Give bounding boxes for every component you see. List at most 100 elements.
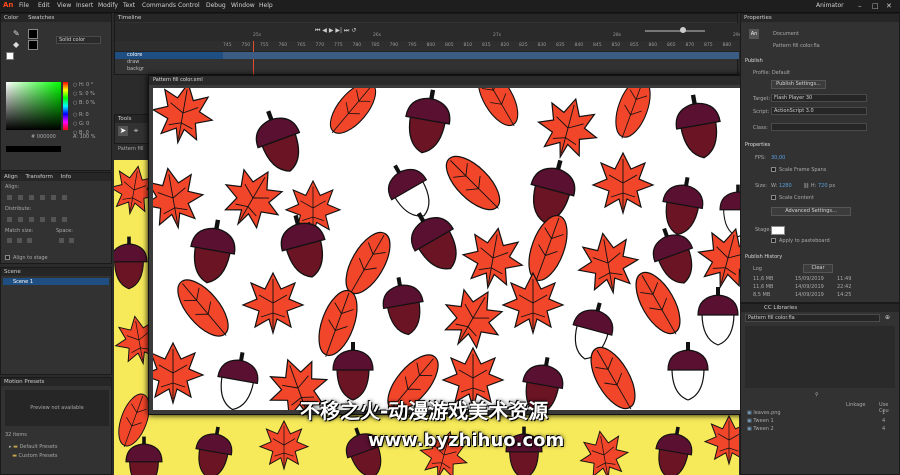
layer-row-colore[interactable]: colore: [115, 52, 223, 59]
menu-modify[interactable]: Modify: [98, 2, 118, 9]
leaf-shape: [591, 151, 655, 216]
menu-commands[interactable]: Commands: [142, 2, 176, 9]
tab-cc-libraries[interactable]: CC Libraries: [764, 305, 797, 311]
space-horizontal-icon[interactable]: [69, 238, 74, 243]
alpha-label: A: 100 %: [73, 134, 96, 140]
workspace-switcher[interactable]: Animator: [816, 2, 844, 9]
distribute-hcenter-icon[interactable]: [51, 217, 56, 222]
zoom-slider[interactable]: [645, 30, 705, 32]
scale-spans-checkbox[interactable]: [771, 167, 776, 172]
stage[interactable]: [153, 88, 749, 410]
frame-row-selected[interactable]: [223, 52, 739, 59]
stroke-color-swatch[interactable]: [28, 29, 38, 39]
align-center-icon[interactable]: [18, 195, 23, 200]
breadcrumb[interactable]: Pattern fill: [118, 146, 144, 152]
tab-color[interactable]: Color: [4, 15, 18, 21]
class-input[interactable]: [771, 123, 867, 131]
align-top-icon[interactable]: [40, 195, 45, 200]
fill-type-select[interactable]: Solid color: [56, 36, 101, 44]
align-bottom-icon[interactable]: [62, 195, 67, 200]
folder-custom-presets[interactable]: ▬ Custom Presets: [9, 453, 57, 459]
distribute-bottom-icon[interactable]: [29, 217, 34, 222]
pin-icon[interactable]: ⊕: [885, 314, 893, 322]
align-to-stage-checkbox[interactable]: [5, 255, 10, 260]
layer-row-draw[interactable]: draw: [115, 59, 223, 66]
distribute-left-icon[interactable]: [40, 217, 45, 222]
align-left-icon[interactable]: [7, 195, 12, 200]
layer-list: colore draw backgr: [115, 52, 223, 76]
tab-align[interactable]: Align: [4, 174, 18, 180]
scene-row-selected[interactable]: Scene 1: [3, 278, 109, 285]
publish-section[interactable]: Publish: [745, 58, 763, 64]
acorn-shape: [217, 352, 259, 410]
space-vertical-icon[interactable]: [59, 238, 64, 243]
publish-settings-button[interactable]: Publish Settings...: [771, 80, 826, 89]
scene-panel: Scene Scene 1: [0, 267, 112, 375]
subselection-tool-icon[interactable]: ⌖: [131, 126, 141, 136]
stage-color-swatch[interactable]: [771, 226, 785, 235]
script-select[interactable]: ActionScript 3.0: [771, 107, 867, 115]
advanced-settings-button[interactable]: Advanced Settings...: [771, 207, 851, 216]
color-picker-field[interactable]: [6, 82, 61, 130]
maximize-icon[interactable]: □: [872, 2, 879, 10]
properties-section[interactable]: Properties: [745, 142, 770, 148]
acorn-shape: [667, 342, 709, 401]
minimize-icon[interactable]: –: [858, 2, 862, 10]
playback-controls[interactable]: ⏮ ◀ ▶ ▶| ⏭ ↺: [315, 27, 356, 35]
library-item[interactable]: ▣ Tween 14: [747, 418, 897, 426]
folder-default-presets[interactable]: ▸ ▬ Default Presets: [9, 444, 58, 450]
history-section[interactable]: Publish History: [745, 254, 782, 260]
zoom-slider-thumb[interactable]: [680, 27, 686, 33]
hue-slider[interactable]: [63, 82, 68, 130]
acorn-shape: [114, 236, 148, 290]
menu-window[interactable]: Window: [231, 2, 255, 9]
selection-tool-icon[interactable]: ➤: [118, 126, 128, 136]
stroke-pencil-icon[interactable]: ✎: [13, 29, 23, 38]
menu-insert[interactable]: Insert: [76, 2, 93, 9]
distribute-right-icon[interactable]: [62, 217, 67, 222]
library-item[interactable]: ▣ leaves.png 1: [747, 410, 897, 418]
apply-pasteboard-checkbox[interactable]: [771, 238, 776, 243]
tab-transform[interactable]: Transform: [26, 174, 53, 180]
close-icon[interactable]: ✕: [886, 2, 892, 10]
match-height-icon[interactable]: [17, 238, 22, 243]
document-name: Pattern fill color.fla: [773, 43, 820, 49]
library-item[interactable]: ▣ Tween 24: [747, 426, 897, 434]
menu-control[interactable]: Control: [178, 2, 200, 9]
menu-help[interactable]: Help: [259, 2, 273, 9]
menu-edit[interactable]: Edit: [38, 2, 50, 9]
playhead[interactable]: [253, 41, 254, 77]
distribute-top-icon[interactable]: [7, 217, 12, 222]
frame-ruler[interactable]: 745 750 755 760 765 770 775 780 785 790 795 800 805 8…: [115, 33, 741, 77]
match-width-icon[interactable]: [7, 238, 12, 243]
brightness-label: ○ B: 0 %: [73, 100, 96, 106]
column-linkage[interactable]: Linkage: [846, 402, 865, 408]
library-file-select[interactable]: Pattern fill color.fla: [745, 314, 880, 322]
distribute-vcenter-icon[interactable]: [18, 217, 23, 222]
red-label: ○ R: 0: [73, 112, 89, 118]
clear-button[interactable]: Clear: [803, 264, 833, 273]
tab-swatches[interactable]: Swatches: [28, 15, 54, 21]
fps-value[interactable]: 30,00: [771, 155, 785, 161]
menu-text[interactable]: Text: [123, 2, 135, 9]
menu-debug[interactable]: Debug: [206, 2, 226, 9]
menu-file[interactable]: File: [19, 2, 29, 9]
hex-field[interactable]: # 000000: [31, 134, 56, 140]
fill-color-swatch[interactable]: [28, 40, 38, 50]
no-color-icon[interactable]: [6, 52, 14, 60]
align-middle-icon[interactable]: [51, 195, 56, 200]
align-right-icon[interactable]: [29, 195, 34, 200]
target-select[interactable]: Flash Player 30: [771, 94, 867, 102]
scale-content-checkbox[interactable]: [771, 195, 776, 200]
match-both-icon[interactable]: [27, 238, 32, 243]
motion-presets-panel: Motion Presets Preview not available 32 …: [0, 377, 112, 475]
menu-view[interactable]: View: [57, 2, 71, 9]
tab-info[interactable]: Info: [61, 174, 71, 180]
match-size-label: Match size:: [5, 228, 34, 234]
document-tab[interactable]: Pattern fill color.xml: [149, 76, 753, 85]
search-icon[interactable]: ⚲: [815, 392, 819, 398]
layer-row-backgr[interactable]: backgr: [115, 66, 223, 73]
fill-bucket-icon[interactable]: ◆: [13, 40, 23, 49]
color-preview-bar: [6, 146, 61, 152]
frame-number: 815: [482, 43, 491, 48]
